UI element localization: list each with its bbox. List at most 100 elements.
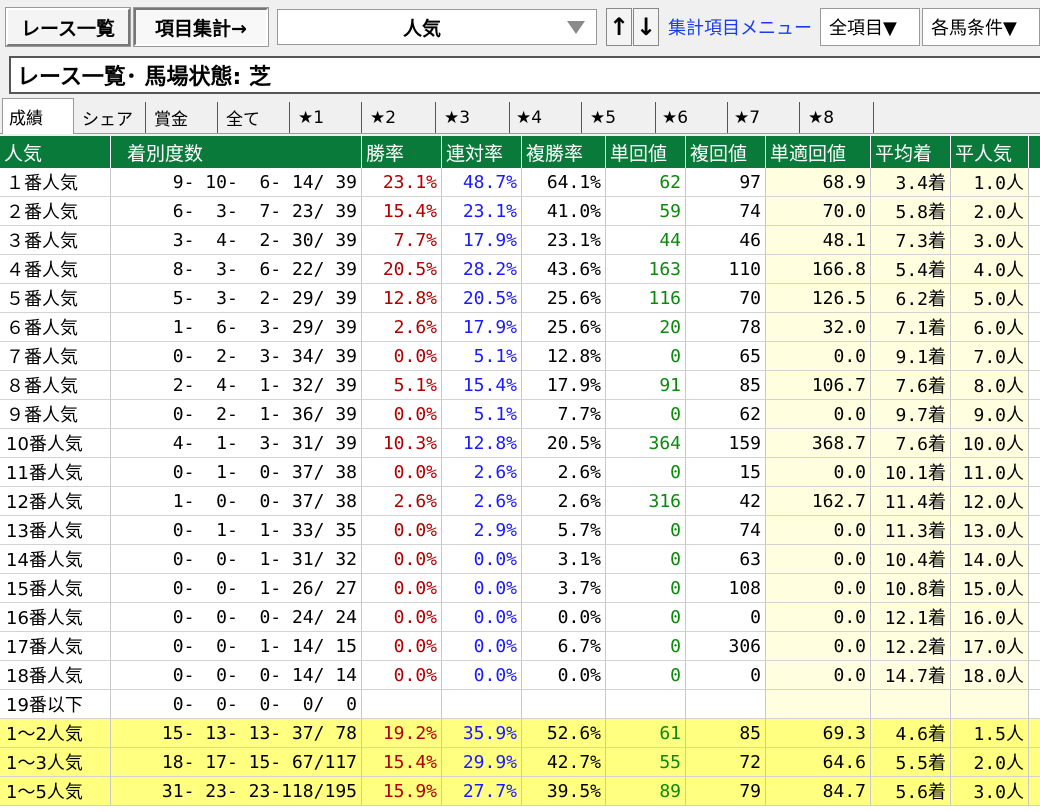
item-aggregate-button[interactable]: 項目集計→ (133, 7, 269, 47)
table-row[interactable]: 12番人気 1- 0- 0- 37/ 38 2.6% 2.6% 2.6% 316 42 162… (0, 487, 1040, 516)
cell-tekv: 68.9 (766, 168, 871, 197)
table-row[interactable]: 13番人気 0- 1- 1- 33/ 35 0.0% 2.9% 5.7% 0 74 0.0 11… (0, 516, 1040, 545)
move-down-button[interactable]: ↓ (633, 8, 659, 46)
cell-win: 10.3% (362, 429, 442, 458)
column-header[interactable]: 単回値 (606, 136, 686, 168)
cell-pop: 1～2人気 (0, 719, 111, 748)
cell-pop: ６番人気 (0, 313, 111, 342)
aggregate-menu-link[interactable]: 集計項目メニュー (668, 14, 812, 40)
cell-fkv (686, 690, 766, 719)
cell-fkv: 74 (686, 516, 766, 545)
tab-11[interactable]: ★7 (728, 102, 800, 133)
cell-win: 5.1% (362, 371, 442, 400)
column-header[interactable]: 平人気 (951, 136, 1029, 168)
table-row[interactable]: ３番人気 3- 4- 2- 30/ 39 7.7% 17.9% 23.1% 44 46 48.… (0, 226, 1040, 255)
cell-partial (1029, 632, 1040, 661)
horse-conditions-dropdown[interactable]: 各馬条件▼ (922, 8, 1040, 46)
cell-win: 0.0% (362, 342, 442, 371)
table-row[interactable]: 11番人気 0- 1- 0- 37/ 38 0.0% 2.6% 2.6% 0 15 0.0 10… (0, 458, 1040, 487)
column-header-partial (1029, 136, 1040, 168)
cell-pop: 18番人気 (0, 661, 111, 690)
column-header[interactable]: 単適回値 (766, 136, 871, 168)
cell-tekv: 162.7 (766, 487, 871, 516)
cell-tan: 89 (606, 777, 686, 806)
table-row[interactable]: 15番人気 0- 0- 1- 26/ 27 0.0% 0.0% 3.7% 0 108 0.0 1… (0, 574, 1040, 603)
cell-avgpop: 5.0人 (951, 284, 1029, 313)
tab-6[interactable]: ★2 (364, 102, 436, 133)
move-up-button[interactable]: ↑ (606, 8, 632, 46)
column-header[interactable]: 連対率 (442, 136, 522, 168)
tab-12[interactable]: ★8 (802, 102, 874, 133)
cell-cnt: 18- 17- 15- 67/117 (111, 748, 362, 777)
table-row[interactable]: ９番人気 0- 2- 1- 36/ 39 0.0% 5.1% 7.7% 0 62 0.0 9.7… (0, 400, 1040, 429)
summary-row[interactable]: 1～5人気 31- 23- 23-118/195 15.9% 27.7% 39.5% 89… (0, 777, 1040, 806)
table-row[interactable]: 14番人気 0- 0- 1- 31/ 32 0.0% 0.0% 3.1% 0 63 0.0 10… (0, 545, 1040, 574)
aggregate-item-select[interactable]: 人気 (277, 9, 597, 45)
column-header[interactable]: 平均着 (871, 136, 951, 168)
table-row[interactable]: 17番人気 0- 0- 1- 14/ 15 0.0% 0.0% 6.7% 0 306 0.0 1… (0, 632, 1040, 661)
cell-cnt: 0- 2- 1- 36/ 39 (111, 400, 362, 429)
tab-10[interactable]: ★6 (656, 102, 728, 133)
table-row[interactable]: ２番人気 6- 3- 7- 23/ 39 15.4% 23.1% 41.0% 59 74 70… (0, 197, 1040, 226)
cell-fuku: 3.1% (522, 545, 606, 574)
page-title: レース一覧･ 馬場状態: 芝 (9, 56, 1040, 94)
cell-partial (1029, 574, 1040, 603)
table-row[interactable]: 18番人気 0- 0- 0- 14/ 14 0.0% 0.0% 0.0% 0 0 0.0 14.… (0, 661, 1040, 690)
table-row[interactable]: １番人気 9- 10- 6- 14/ 39 23.1% 48.7% 64.1% 62 97 6… (0, 168, 1040, 197)
cell-cnt: 0- 0- 1- 26/ 27 (111, 574, 362, 603)
tab-1[interactable]: 成績 (2, 98, 74, 134)
cell-partial (1029, 197, 1040, 226)
column-header[interactable]: 複勝率 (522, 136, 606, 168)
table-row[interactable]: ４番人気 8- 3- 6- 22/ 39 20.5% 28.2% 43.6% 163 110… (0, 255, 1040, 284)
cell-fuku: 20.5% (522, 429, 606, 458)
cell-fuku: 6.7% (522, 632, 606, 661)
table-row[interactable]: ５番人気 5- 3- 2- 29/ 39 12.8% 20.5% 25.6% 116 70 1… (0, 284, 1040, 313)
tab-3[interactable]: 賞金 (148, 102, 218, 133)
table-row[interactable]: 10番人気 4- 1- 3- 31/ 39 10.3% 12.8% 20.5% 364 15… (0, 429, 1040, 458)
cell-avg: 5.4着 (871, 255, 951, 284)
table-row[interactable]: ８番人気 2- 4- 1- 32/ 39 5.1% 15.4% 17.9% 91 85 106… (0, 371, 1040, 400)
cell-pop: 14番人気 (0, 545, 111, 574)
cell-pop: 10番人気 (0, 429, 111, 458)
table-row[interactable]: 16番人気 0- 0- 0- 24/ 24 0.0% 0.0% 0.0% 0 0 0.0 12.… (0, 603, 1040, 632)
cell-partial (1029, 777, 1040, 806)
tab-8[interactable]: ★4 (510, 102, 582, 133)
cell-tekv: 0.0 (766, 458, 871, 487)
cell-win: 0.0% (362, 545, 442, 574)
cell-avg: 7.6着 (871, 429, 951, 458)
cell-avg: 7.3着 (871, 226, 951, 255)
column-header[interactable]: 着別度数 (111, 136, 362, 168)
tab-2[interactable]: シェア (76, 102, 146, 133)
cell-tan: 59 (606, 197, 686, 226)
race-list-button[interactable]: レース一覧 (5, 7, 131, 47)
cell-pop: ９番人気 (0, 400, 111, 429)
tab-4[interactable]: 全て (220, 102, 290, 133)
cell-cnt: 3- 4- 2- 30/ 39 (111, 226, 362, 255)
tab-7[interactable]: ★3 (438, 102, 510, 133)
table-row[interactable]: 19番以下 0- 0- 0- 0/ 0 (0, 690, 1040, 719)
cell-partial (1029, 487, 1040, 516)
chevron-down-icon[interactable] (556, 10, 596, 44)
cell-win: 0.0% (362, 458, 442, 487)
cell-ren: 0.0% (442, 574, 522, 603)
summary-row[interactable]: 1～2人気 15- 13- 13- 37/ 78 19.2% 35.9% 52.6% 61… (0, 719, 1040, 748)
tab-9[interactable]: ★5 (584, 102, 656, 133)
cell-tan: 0 (606, 574, 686, 603)
cell-pop: ５番人気 (0, 284, 111, 313)
cell-tekv: 166.8 (766, 255, 871, 284)
cell-avg: 6.2着 (871, 284, 951, 313)
cell-ren: 15.4% (442, 371, 522, 400)
column-header[interactable]: 複回値 (686, 136, 766, 168)
cell-fuku: 7.7% (522, 400, 606, 429)
all-items-dropdown[interactable]: 全項目▼ (820, 8, 920, 46)
cell-partial (1029, 429, 1040, 458)
table-row[interactable]: ６番人気 1- 6- 3- 29/ 39 2.6% 17.9% 25.6% 20 78 32.… (0, 313, 1040, 342)
tab-5[interactable]: ★1 (292, 102, 362, 133)
cell-win: 15.4% (362, 197, 442, 226)
summary-row[interactable]: 1～3人気 18- 17- 15- 67/117 15.4% 29.9% 42.7% 55… (0, 748, 1040, 777)
table-row[interactable]: ７番人気 0- 2- 3- 34/ 39 0.0% 5.1% 12.8% 0 65 0.0 9.… (0, 342, 1040, 371)
column-header[interactable]: 勝率 (362, 136, 442, 168)
cell-cnt: 9- 10- 6- 14/ 39 (111, 168, 362, 197)
column-header[interactable]: 人気 (0, 136, 111, 168)
cell-avg: 7.6着 (871, 371, 951, 400)
